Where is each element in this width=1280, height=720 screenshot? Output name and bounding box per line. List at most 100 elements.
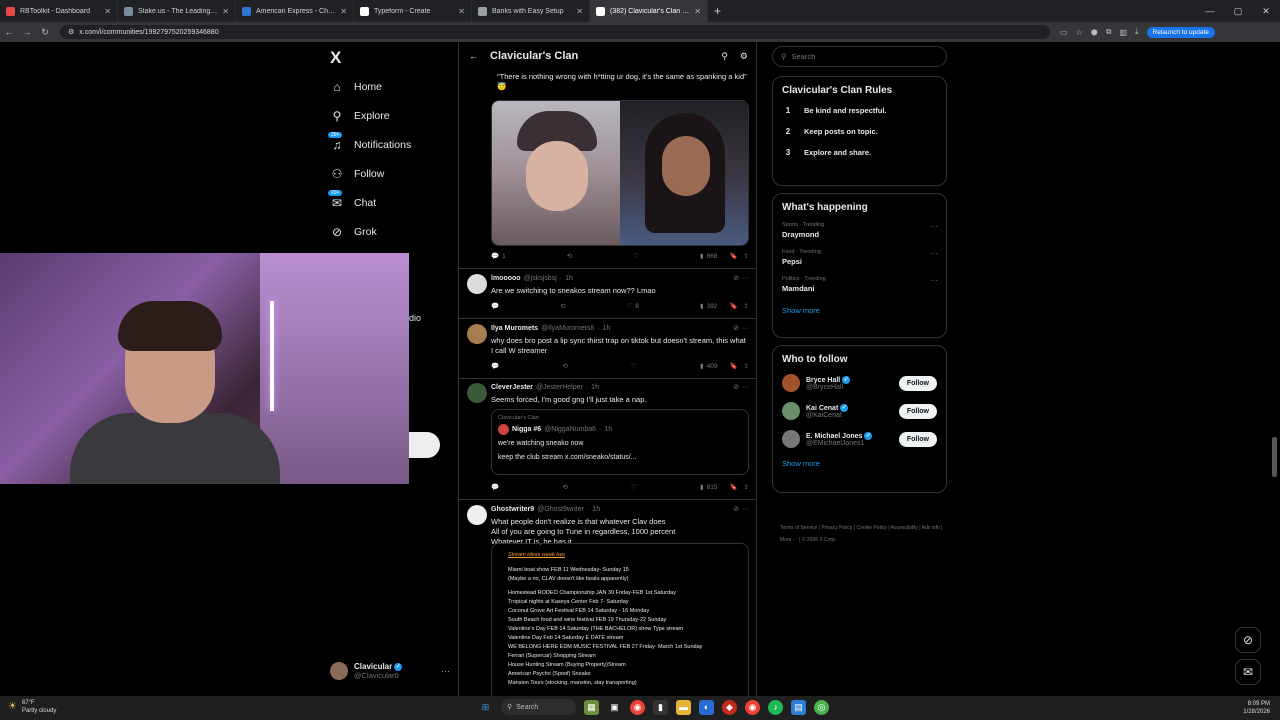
more-icon[interactable]: ··· [930,276,938,285]
avatar[interactable] [467,324,487,344]
forward-icon[interactable]: → [18,27,36,37]
tab-close-icon[interactable]: ✕ [458,7,465,16]
folder-icon[interactable]: ▬ [676,699,691,715]
tab-close-icon[interactable]: ✕ [694,7,701,16]
sidepanel-icon[interactable]: ▥ [1119,28,1127,37]
taskbar-search[interactable]: ⚲ Search [501,699,576,715]
messages-icon[interactable]: ✉ [1235,659,1261,685]
like-icon[interactable]: ♡ [631,483,637,491]
repost-icon[interactable]: ⟲ [567,252,572,260]
grok-icon[interactable]: ⊘ [733,324,739,332]
footer-link[interactable]: Privacy Policy [821,525,852,531]
views-icon[interactable]: ▮ 815 [700,483,717,492]
more-icon[interactable]: ··· [742,275,749,282]
chrome-alt-icon[interactable]: ◉ [745,699,760,715]
author-name[interactable]: Ilya Muromets [491,325,538,332]
repost-icon[interactable]: ⟲ [562,362,567,370]
share-icon[interactable]: ⇪ [744,252,749,260]
grok-icon[interactable]: ⊘ [1235,627,1261,653]
footer-link[interactable]: Terms of Service [780,525,817,531]
post-image-left[interactable] [492,101,620,245]
spotify-icon[interactable]: ♪ [768,699,783,715]
post-media[interactable] [491,100,749,246]
follow-button[interactable]: Follow [898,375,937,391]
sidebar-item-notifications[interactable]: ♫ 20+ Notifications [328,132,411,152]
author-name[interactable]: Ghostwriter9 [491,506,534,513]
settings-icon[interactable]: ⚙ [740,51,748,62]
follow-suggestion[interactable]: E. Michael Jones ✓ @EMichaelJones1 Follow [773,425,946,453]
url-field[interactable]: ⚙ x.com/i/communities/199279752025934688… [60,25,1050,39]
like-icon[interactable]: ♡ [631,362,637,370]
close-icon[interactable]: ✕ [1252,0,1280,22]
bookmark-icon[interactable]: 🔖 [729,483,737,491]
avatar[interactable] [467,274,487,294]
share-icon[interactable]: ⇪ [744,483,749,491]
minimize-icon[interactable]: — [1196,0,1224,22]
footer-link[interactable]: Ads info [922,525,940,531]
browser-tab[interactable]: (382) Clavicular's Clan Commu ✕ [590,0,708,22]
follow-button[interactable]: Follow [898,431,937,447]
reload-icon[interactable]: ↻ [36,27,54,38]
sidebar-item-chat[interactable]: ✉ 20+ Chat [328,190,376,210]
edge-icon[interactable]: ◐ [699,699,714,715]
footer-link[interactable]: More ··· [780,537,798,543]
author-name[interactable]: lmooooo [491,275,521,282]
views-icon[interactable]: ▮ 668 [700,252,717,261]
sidebar-item-home[interactable]: ⌂ Home [330,80,382,94]
star-icon[interactable]: ☆ [1076,28,1083,37]
notepad-icon[interactable]: ▤ [791,699,806,715]
views-icon[interactable]: ▮ 409 [700,362,717,371]
browser-tab[interactable]: RBToolkit - Dashboard ✕ [0,0,118,22]
chrome-icon[interactable]: ◉ [630,699,645,715]
browser-tab[interactable]: Typeform - Create ✕ [354,0,472,22]
terminal-icon[interactable]: ▮ [653,699,668,715]
post-image-document[interactable]: Stream ideas week two Miami boat show FEB… [491,543,749,696]
footer-link[interactable]: Accessibility [891,525,918,531]
clock[interactable]: 8:09 PM 1/28/2026 [1243,700,1270,716]
more-icon[interactable]: ··· [930,222,938,231]
site-info-icon[interactable]: ⚙ [68,28,74,36]
weather-widget[interactable]: ☀ 67°F Partly cloudy [8,699,56,715]
maximize-icon[interactable]: ▢ [1224,0,1252,22]
avatar[interactable] [467,505,487,525]
follow-suggestion[interactable]: Bryce Hall ✓ @BryceHall Follow [773,369,946,397]
follow-suggestion[interactable]: Kai Cenat ✓ @KaiCenat Follow [773,397,946,425]
account-switcher[interactable]: Clavicular ✓ @Clavicular0 ··· [330,662,450,680]
reply-icon[interactable]: 💬 [491,362,499,370]
post-image-right[interactable] [620,101,748,245]
puzzle-icon[interactable]: ⧉ [1106,27,1112,37]
views-icon[interactable]: ▮ 392 [700,302,717,311]
repost-icon[interactable]: ⟲ [560,302,565,310]
widgets-icon[interactable]: ▦ [584,699,599,715]
bookmark-icon[interactable]: 🔖 [729,302,737,310]
app-icon[interactable]: ◆ [722,699,737,715]
reply-icon[interactable]: 💬 1 [491,252,506,261]
sidebar-item-grok[interactable]: ⊘ Grok [330,225,377,239]
tab-close-icon[interactable]: ✕ [222,7,229,16]
footer-link[interactable]: © 2026 X Corp. [802,537,837,543]
trend-item[interactable]: Sports · Trending Draymond ··· [773,217,946,244]
extension-icon[interactable]: ⬢ [1091,28,1098,37]
search-icon[interactable]: ⚲ [721,51,728,62]
sidebar-item-follow[interactable]: ⚇ Follow [330,167,385,181]
download-icon[interactable]: ⤓ [1135,27,1139,37]
search-input[interactable]: ⚲ Search [772,46,947,67]
show-more-link[interactable]: Show more [773,298,946,323]
like-icon[interactable]: ♡ [633,252,639,260]
tab-close-icon[interactable]: ✕ [104,7,111,16]
quoted-post[interactable]: Clavicular's Clan Nigga #6 @NiggaNumba6 · 1h… [491,409,749,475]
more-icon[interactable]: ··· [742,325,749,332]
task-view-icon[interactable]: ▣ [607,700,622,715]
more-icon[interactable]: ··· [930,249,938,258]
bookmark-icon[interactable]: 🔖 [729,362,737,370]
relaunch-button[interactable]: Relaunch to update [1146,26,1215,38]
trend-item[interactable]: Food · Trending Pepsi ··· [773,244,946,271]
reply-icon[interactable]: 💬 [491,483,499,491]
browser-tab[interactable]: Banks with Easy Setup ✕ [472,0,590,22]
share-icon[interactable]: ⇪ [744,362,749,370]
back-icon[interactable]: ← [0,27,18,37]
repost-icon[interactable]: ⟲ [562,483,567,491]
cast-icon[interactable]: ▭ [1060,28,1068,37]
grok-icon[interactable]: ⊘ [733,383,739,391]
share-icon[interactable]: ⇪ [744,302,749,310]
